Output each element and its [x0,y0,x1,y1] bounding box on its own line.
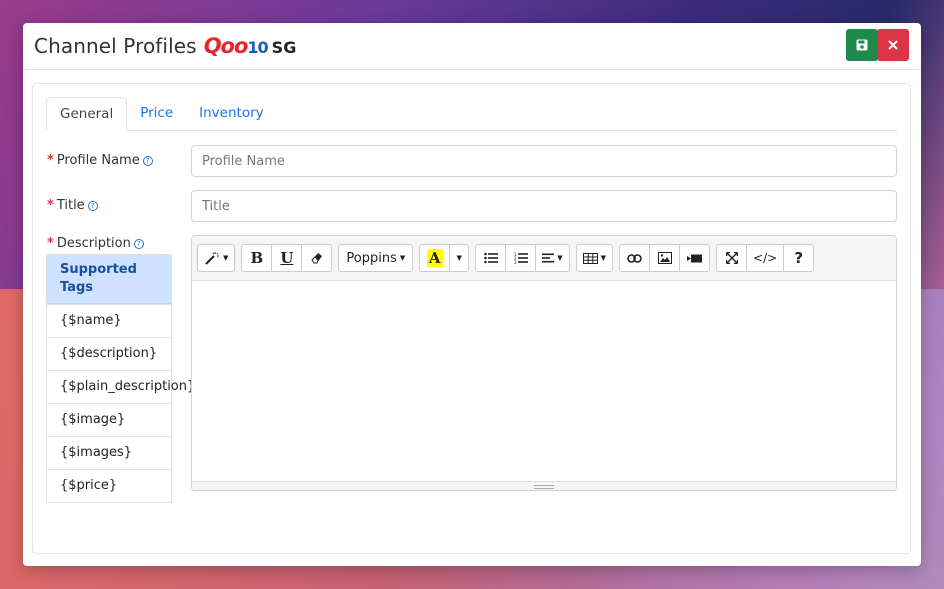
close-button[interactable] [877,29,909,61]
bold-icon: B [250,249,264,267]
color-dropdown-button[interactable]: ▼ [449,244,470,272]
help-button[interactable]: ? [783,244,815,272]
channel-brand: Qoo10 SG [204,34,297,58]
qoo10-logo: Qoo10 [203,34,269,58]
modal-header: Channel Profiles Qoo10 SG [23,23,921,70]
editor-toolbar: ▼ B U Poppins ▼ A ▼ 1 2 3 ▼ ▼ </> ? [192,236,896,281]
grip-icon [534,484,554,489]
fullscreen-button[interactable] [716,244,748,272]
brand-region: SG [271,38,297,57]
required-marker: * [47,198,54,213]
underline-button[interactable]: U [271,244,303,272]
tab-inventory[interactable]: Inventory [186,97,276,130]
question-circle-icon[interactable]: ? [142,155,153,166]
modal-title: Channel Profiles [34,34,197,58]
magic-wand-button[interactable]: ▼ [197,244,236,272]
eraser-button[interactable] [301,244,333,272]
align-button[interactable]: ▼ [535,244,570,272]
save-button[interactable] [846,29,878,61]
ordered-list-button[interactable]: 123 [505,244,537,272]
eraser-icon [311,253,322,264]
link-button[interactable] [619,244,651,272]
chevron-down-icon: ▼ [456,254,462,262]
editor-resize-handle[interactable] [192,481,896,490]
floppy-disk-icon [856,39,868,51]
tag-item[interactable]: {$description} [47,337,171,370]
profile-name-label: * Profile Name? [47,153,153,168]
supported-tags-list: Supported Tags {$name} {$description} {$… [46,254,195,503]
text-color-button[interactable]: A [419,244,451,272]
bold-button[interactable]: B [241,244,273,272]
required-marker: * [47,153,54,168]
video-button[interactable] [679,244,711,272]
table-button[interactable]: ▼ [575,244,614,272]
code-view-icon: </> [753,251,778,265]
tag-item[interactable]: {$images} [47,436,171,469]
question-circle-icon[interactable]: ? [87,200,98,211]
tag-item[interactable]: {$price} [47,469,171,502]
title-input[interactable] [191,190,897,222]
unordered-list-icon [483,252,498,264]
unordered-list-button[interactable] [475,244,507,272]
close-icon [888,40,898,50]
description-editor: ▼ B U Poppins ▼ A ▼ 1 2 3 ▼ ▼ </> ? [191,235,897,491]
table-icon [582,252,598,264]
editor-content-area[interactable] [192,281,896,481]
text-color-icon: A [426,249,443,267]
tab-bar: General Price Inventory [46,97,897,131]
supported-tags-heading: Supported Tags [47,255,171,304]
question-circle-icon[interactable]: ? [133,238,144,249]
help-icon: ? [794,249,804,267]
tab-general[interactable]: General [46,97,128,131]
underline-icon: U [280,249,294,267]
magic-wand-icon [205,252,219,265]
align-icon [542,253,555,263]
link-icon [627,253,642,263]
image-button[interactable] [649,244,681,272]
description-label: * Description? [47,236,144,251]
required-marker: * [47,236,54,251]
profile-name-input[interactable] [191,145,897,177]
font-family-dropdown[interactable]: Poppins ▼ [338,244,414,272]
title-label: * Title? [47,198,98,213]
tag-item[interactable]: {$plain_description} [47,370,195,403]
tag-item[interactable]: {$image} [47,403,171,436]
code-view-button[interactable]: </> [746,244,785,272]
profile-form-card: General Price Inventory *Profile Name? *… [32,83,911,554]
svg-text:3: 3 [514,260,517,264]
tab-price[interactable]: Price [127,97,186,130]
tag-item[interactable]: {$name} [47,304,171,337]
video-icon [687,254,703,262]
image-icon [657,252,672,264]
ordered-list-icon: 123 [514,252,528,264]
fullscreen-icon [725,252,738,264]
channel-profiles-modal: Channel Profiles Qoo10 SG General Price … [23,23,921,566]
